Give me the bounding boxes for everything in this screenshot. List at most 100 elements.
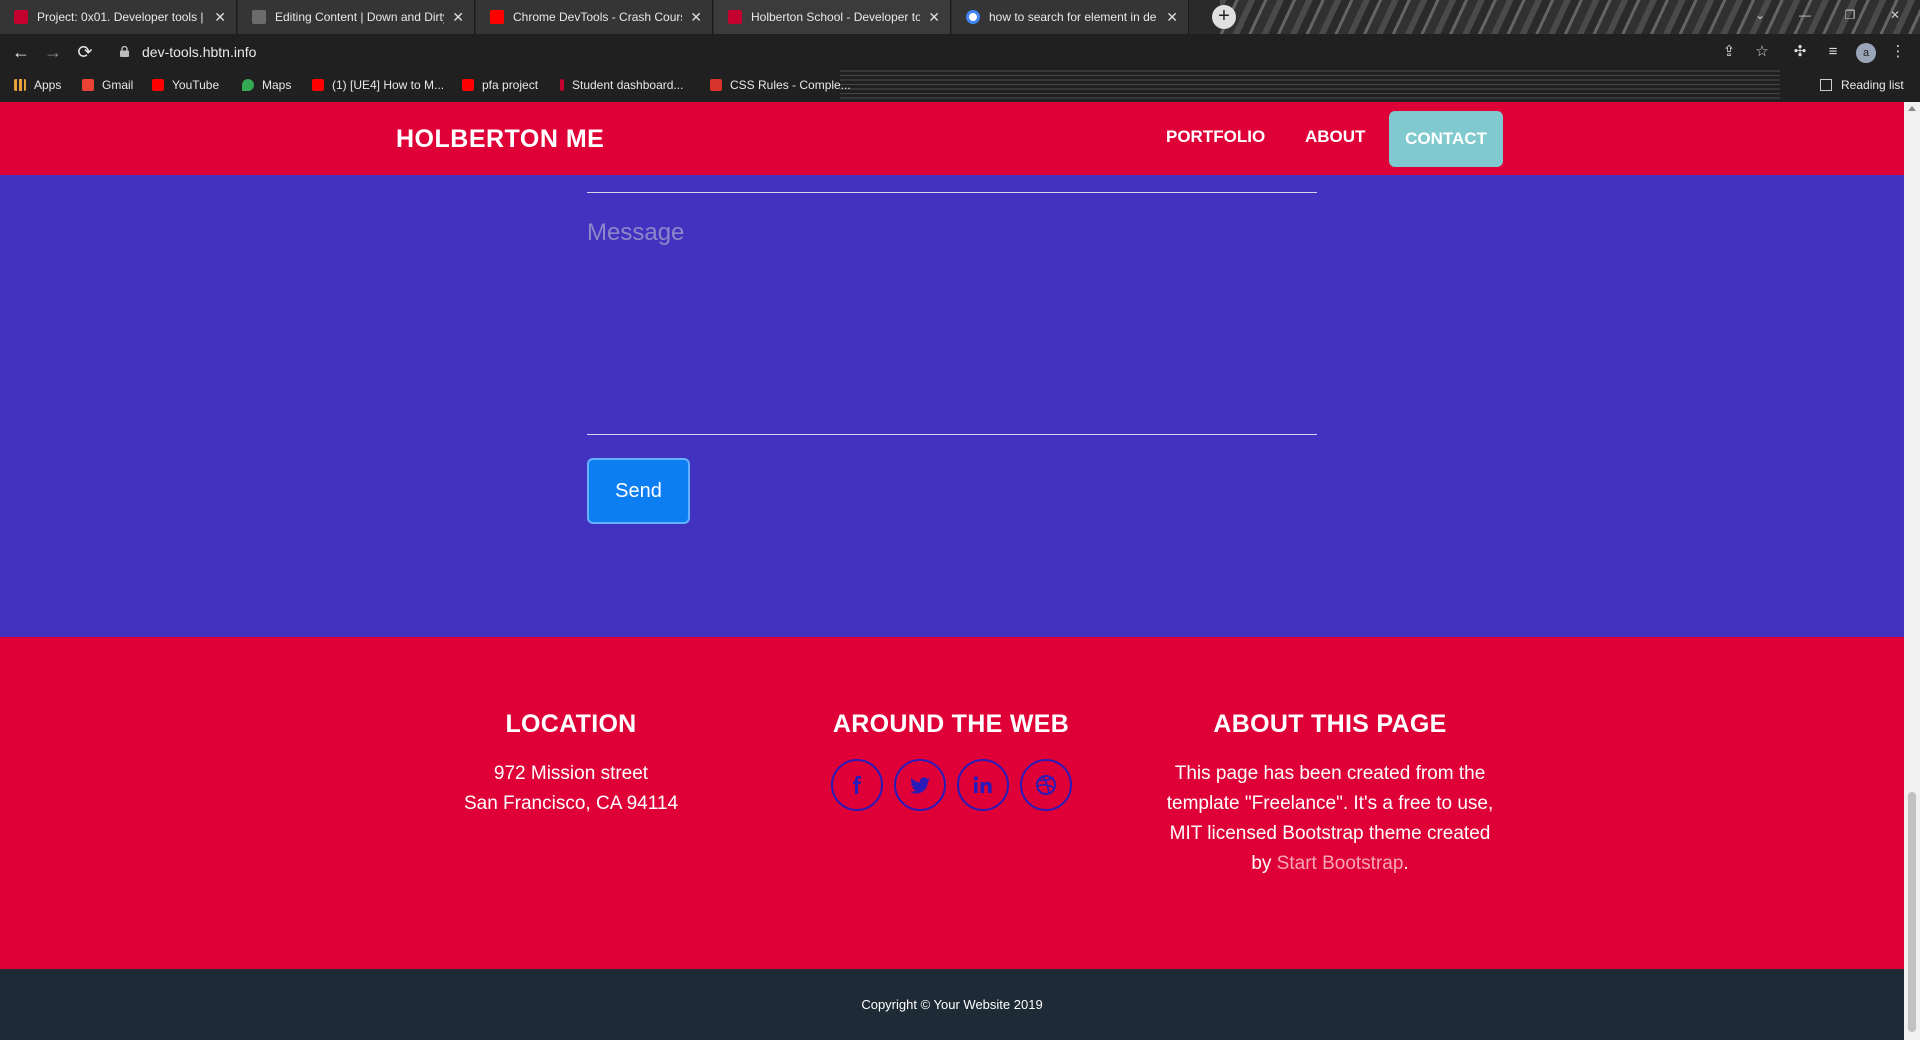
bookmark-css-rules[interactable]: CSS Rules - Comple...	[710, 78, 851, 92]
close-icon[interactable]: ✕	[452, 9, 464, 26]
reading-list-label: Reading list	[1841, 78, 1904, 92]
kebab-menu-icon[interactable]: ⋮	[1887, 42, 1909, 62]
media-queue-icon[interactable]: ≡	[1822, 42, 1844, 62]
about-text: This page has been created from the temp…	[1158, 759, 1502, 879]
twitter-icon[interactable]	[893, 759, 946, 811]
site-footer: LOCATION 972 Mission street San Francisc…	[0, 637, 1904, 969]
close-icon[interactable]: ✕	[928, 9, 940, 26]
browser-theme-art	[840, 70, 1780, 102]
field-underline	[587, 192, 1317, 193]
reading-list-icon	[1820, 79, 1832, 91]
reading-list-button[interactable]: Reading list	[1820, 78, 1904, 92]
bookmark-label: Apps	[34, 78, 62, 92]
tab-title: how to search for element in de	[989, 10, 1157, 24]
bookmark-gmail[interactable]: Gmail	[82, 78, 133, 92]
bookmark-label: (1) [UE4] How to M...	[332, 78, 445, 92]
tab-search-icon[interactable]: ⌄	[1740, 0, 1780, 30]
tab-title: Holberton School - Developer to	[751, 10, 921, 24]
gmail-icon	[82, 79, 94, 91]
bookmark-label: Student dashboard...	[572, 78, 684, 92]
bookmark-student-dashboard[interactable]: Student dashboard...	[560, 78, 683, 92]
scrollbar-thumb[interactable]	[1908, 792, 1916, 1032]
forward-arrow-icon[interactable]: →	[40, 40, 66, 64]
restore-icon[interactable]: ❐	[1830, 0, 1870, 30]
about-period: .	[1403, 853, 1409, 874]
youtube-icon	[152, 79, 164, 91]
holberton-icon	[560, 79, 564, 91]
lock-icon	[120, 46, 129, 57]
close-icon[interactable]: ✕	[214, 9, 226, 26]
footer-heading: ABOUT THIS PAGE	[1213, 710, 1447, 738]
footer-location: LOCATION 972 Mission street San Francisc…	[421, 710, 721, 819]
address-line: 972 Mission street	[493, 763, 649, 784]
footer-heading: LOCATION	[505, 710, 637, 738]
apps-grid-icon	[14, 79, 26, 91]
tab-editing-content[interactable]: Editing Content | Down and Dirty ✕	[238, 0, 475, 34]
holberton-favicon-icon	[728, 10, 742, 24]
tab-project-developer-tools[interactable]: Project: 0x01. Developer tools | H ✕	[0, 0, 237, 34]
dribbble-icon[interactable]	[1019, 759, 1072, 811]
bookmark-youtube[interactable]: YouTube	[152, 78, 219, 92]
tab-holberton-developer-tools[interactable]: Holberton School - Developer to ✕	[714, 0, 951, 34]
close-icon[interactable]: ✕	[690, 9, 702, 26]
holberton-favicon-icon	[14, 10, 28, 24]
send-button[interactable]: Send	[587, 458, 690, 524]
address-text: 972 Mission street San Francisco, CA 941…	[421, 759, 721, 819]
page-scrollbar[interactable]	[1904, 102, 1920, 1040]
reload-icon[interactable]: ⟳	[72, 40, 98, 64]
bookmark-star-icon[interactable]: ☆	[1751, 42, 1773, 62]
bookmark-label: CSS Rules - Comple...	[730, 78, 851, 92]
start-bootstrap-link[interactable]: Start Bootstrap	[1277, 853, 1404, 874]
tab-title: Chrome DevTools - Crash Course	[513, 10, 683, 24]
site-navbar: HOLBERTON ME PORTFOLIO ABOUT CONTACT	[0, 102, 1904, 175]
bookmark-label: Gmail	[102, 78, 134, 92]
site-brand[interactable]: HOLBERTON ME	[396, 125, 604, 154]
field-underline	[587, 434, 1317, 435]
bookmark-apps[interactable]: Apps	[14, 78, 61, 92]
footer-heading: AROUND THE WEB	[832, 710, 1070, 738]
minimize-icon[interactable]: —	[1785, 0, 1825, 30]
close-icon[interactable]: ✕	[1166, 9, 1178, 26]
message-field[interactable]	[587, 219, 1317, 399]
page-viewport: HOLBERTON ME PORTFOLIO ABOUT CONTACT Sen…	[0, 102, 1904, 1040]
bookmark-ue4-video[interactable]: (1) [UE4] How to M...	[312, 78, 444, 92]
nav-portfolio-link[interactable]: PORTFOLIO	[1166, 127, 1265, 147]
bookmark-label: YouTube	[172, 78, 220, 92]
bookmarks-bar: Apps Gmail YouTube Maps (1) [UE4] How to…	[0, 70, 1920, 102]
facebook-icon[interactable]	[830, 759, 883, 811]
bookmark-maps[interactable]: Maps	[242, 78, 291, 92]
new-tab-button[interactable]: +	[1212, 5, 1236, 29]
tab-title: Editing Content | Down and Dirty	[275, 10, 445, 24]
scroll-up-arrow-icon[interactable]	[1908, 106, 1916, 111]
contact-section: Send	[0, 175, 1904, 637]
copyright-bar: Copyright © Your Website 2019	[0, 969, 1904, 1040]
extensions-puzzle-icon[interactable]: ✣	[1789, 42, 1811, 62]
social-links	[800, 759, 1102, 811]
back-arrow-icon[interactable]: ←	[8, 40, 34, 64]
footer-around-the-web: AROUND THE WEB	[800, 710, 1102, 811]
profile-avatar[interactable]: a	[1856, 43, 1876, 63]
address-line: San Francisco, CA 94114	[463, 793, 679, 814]
bookmark-label: Maps	[262, 78, 292, 92]
nav-contact-link[interactable]: CONTACT	[1389, 111, 1503, 167]
bookmark-label: pfa project	[482, 78, 539, 92]
book-favicon-icon	[252, 10, 266, 24]
tab-google-search[interactable]: how to search for element in de ✕	[952, 0, 1189, 34]
tab-chrome-devtools-crash-course[interactable]: Chrome DevTools - Crash Course ✕	[476, 0, 713, 34]
footer-about-this-page: ABOUT THIS PAGE This page has been creat…	[1158, 710, 1502, 879]
browser-tab-strip: Project: 0x01. Developer tools | H ✕ Edi…	[0, 0, 1920, 34]
tab-title: Project: 0x01. Developer tools | H	[37, 10, 207, 24]
youtube-favicon-icon	[490, 10, 504, 24]
url-field[interactable]: dev-tools.hbtn.info	[142, 44, 256, 60]
address-bar: ← → ⟳ dev-tools.hbtn.info ⇪ ☆ ✣ ≡ a ⋮	[0, 34, 1920, 70]
youtube-icon	[462, 79, 474, 91]
share-icon[interactable]: ⇪	[1718, 42, 1740, 62]
linkedin-icon[interactable]	[956, 759, 1009, 811]
css-rules-icon	[710, 79, 722, 91]
youtube-icon	[312, 79, 324, 91]
nav-about-link[interactable]: ABOUT	[1305, 127, 1365, 147]
close-window-icon[interactable]: ✕	[1875, 0, 1915, 30]
bookmark-pfa-project[interactable]: pfa project	[462, 78, 538, 92]
google-favicon-icon	[966, 10, 980, 24]
maps-pin-icon	[242, 79, 254, 91]
